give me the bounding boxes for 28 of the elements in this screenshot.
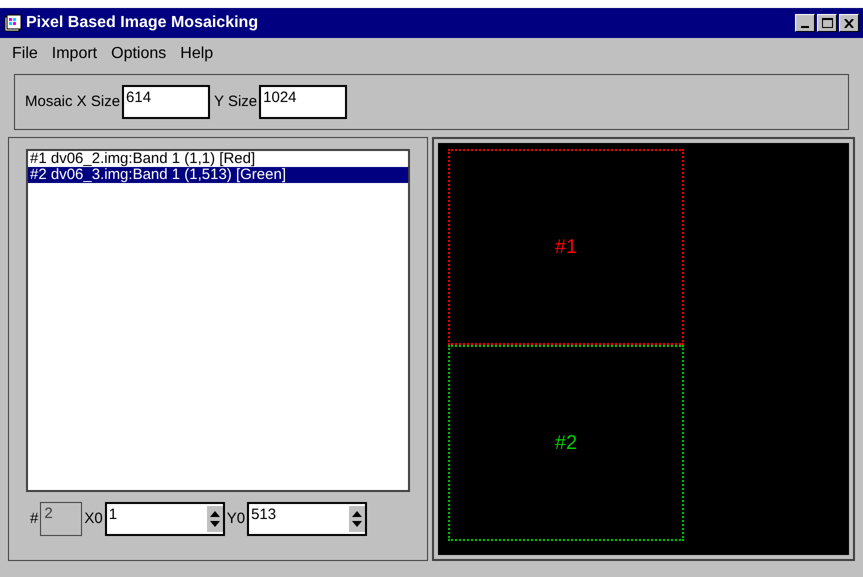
minimize-button[interactable] xyxy=(795,14,815,32)
list-item[interactable]: #2 dv06_3.img:Band 1 (1,513) [Green] xyxy=(28,167,408,183)
minimize-icon xyxy=(801,26,809,28)
y-size-field[interactable]: 1024 xyxy=(259,85,348,119)
spinner-icon[interactable] xyxy=(206,506,223,532)
maximize-button[interactable] xyxy=(817,14,837,32)
window-title: Pixel Based Image Mosaicking xyxy=(26,13,258,33)
y0-spin-field[interactable]: 513 xyxy=(247,502,368,536)
menu-item[interactable]: Help xyxy=(180,42,214,66)
spinner-icon[interactable] xyxy=(349,506,366,532)
field-label: # xyxy=(30,508,38,529)
menu-item[interactable]: Import xyxy=(52,42,98,66)
x0-spin-field[interactable]: 1 xyxy=(104,502,225,536)
menu-item[interactable]: Options xyxy=(111,42,166,66)
field-label: Mosaic X Size xyxy=(25,92,120,112)
maximize-icon xyxy=(822,18,832,28)
x-size-field[interactable]: 614 xyxy=(122,85,210,119)
close-button[interactable] xyxy=(839,14,859,32)
close-icon xyxy=(844,18,854,28)
tile-label: #1 xyxy=(554,235,578,260)
field-label: Y Size xyxy=(214,92,258,112)
field-label: Y0 xyxy=(226,508,246,529)
index-value: 2 xyxy=(44,505,53,522)
list-item[interactable]: #1 dv06_2.img:Band 1 (1,1) [Red] xyxy=(28,151,408,167)
app-icon xyxy=(4,14,22,32)
tile-label: #2 xyxy=(554,431,578,456)
field-label: X0 xyxy=(84,508,103,529)
menu-item[interactable]: File xyxy=(12,42,38,66)
